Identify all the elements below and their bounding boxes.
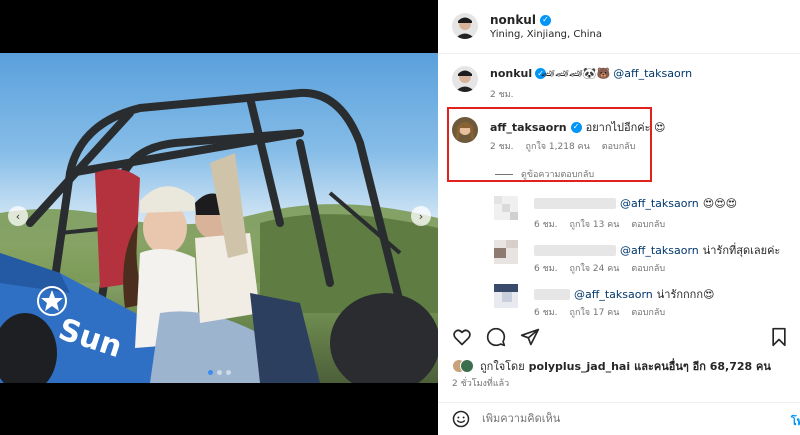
comment-like-count[interactable]: ถูกใจ 24 คน [570,261,620,275]
comment-text: น่ารักที่สุดเลยค่ะ [702,244,781,257]
post-comment-button[interactable]: โพ [791,412,800,430]
heart-icon[interactable] [452,327,472,347]
comment-mention[interactable]: @aff_taksaorn [620,244,699,257]
comment-text: 😍😍😍 [702,197,738,210]
commenter-avatar[interactable] [494,284,518,308]
comment-icon[interactable] [486,327,506,347]
post-media: Sun ‹ › [0,0,438,435]
highlight-box [447,107,652,182]
instagram-post-view: Sun ‹ › nonkul ✓ Yining, Xinjiang, China [0,0,800,435]
comment-reply-button[interactable]: ตอบกลับ [631,305,665,319]
carousel-prev-button[interactable]: ‹ [8,206,28,226]
post-location[interactable]: Yining, Xinjiang, China [490,29,602,40]
author-username[interactable]: nonkul [490,13,536,27]
likes-summary: ถูกใจโดย polyplus_jad_hai และคนอื่นๆ อีก… [452,357,771,375]
add-comment-bar: โพ [438,402,800,435]
likes-top-user[interactable]: polyplus_jad_hai [529,360,631,373]
author-avatar[interactable] [452,13,478,39]
chevron-right-icon: › [418,209,424,223]
caption-emojis: 🏎🏎🏎🐼🐻 [541,67,611,80]
carousel-next-button[interactable]: › [411,206,431,226]
carousel-dot [216,370,222,375]
redacted-username [534,288,570,300]
chevron-left-icon: ‹ [15,209,21,223]
comment-text: น่ารักกกก😍 [656,288,715,301]
likes-count[interactable]: และคนอื่นๆ อีก 68,728 คน [634,357,771,375]
post-header: nonkul ✓ Yining, Xinjiang, China [438,0,800,54]
carousel-dot [225,370,231,375]
carousel-indicator [0,370,438,375]
comment-reply-button[interactable]: ตอบกลับ [631,261,665,275]
commenter-avatar[interactable] [494,240,518,264]
caption-author-avatar[interactable] [452,66,478,92]
redacted-username [534,198,616,209]
post-action-bar [452,327,540,347]
comment-like-count[interactable]: ถูกใจ 13 คน [570,217,620,231]
add-comment-input[interactable] [482,412,732,425]
comment-timestamp: 6 ชม. [534,220,558,230]
caption-mention[interactable]: @aff_taksaorn [613,67,692,80]
post-details-panel: nonkul ✓ Yining, Xinjiang, China nonkul … [438,0,800,435]
comment-like-count[interactable]: ถูกใจ 17 คน [570,305,620,319]
caption-username[interactable]: nonkul [490,67,532,80]
comment-reply-button[interactable]: ตอบกลับ [631,217,665,231]
likes-prefix: ถูกใจโดย [480,360,525,373]
avatar [460,359,474,373]
emoji-picker-icon[interactable] [452,410,470,428]
commenter-avatar[interactable] [494,196,518,220]
comment-mention[interactable]: @aff_taksaorn [620,197,699,210]
comment-mention[interactable]: @aff_taksaorn [574,288,653,301]
redacted-username [534,244,616,256]
carousel-dot [207,370,213,375]
comment-timestamp: 6 ชม. [534,264,558,274]
share-icon[interactable] [520,327,540,347]
caption-timestamp: 2 ชม. [490,90,514,100]
post-timestamp[interactable]: 2 ชั่วโมงที่แล้ว [452,376,509,390]
liker-avatars[interactable] [452,359,474,373]
comment-timestamp: 6 ชม. [534,308,558,318]
bookmark-icon[interactable] [770,327,788,347]
post-photo: Sun [0,53,438,383]
verified-badge-icon: ✓ [539,14,551,26]
